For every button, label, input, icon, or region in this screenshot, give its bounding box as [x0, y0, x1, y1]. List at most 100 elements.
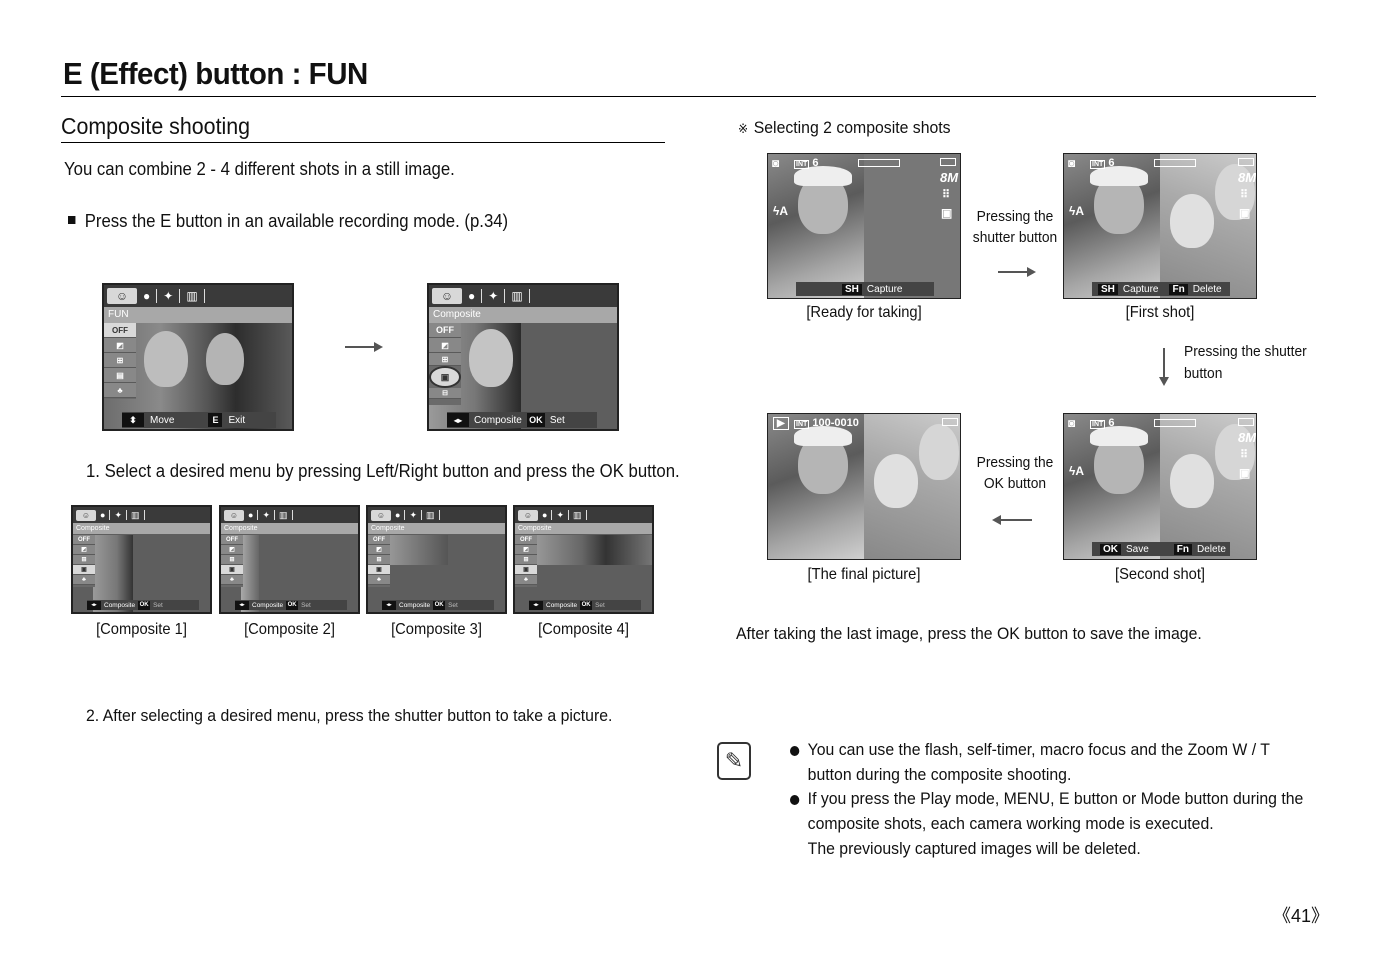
photo-right: [864, 414, 960, 559]
flash-auto-icon: ϟA: [1069, 464, 1085, 478]
composite-selected-icon[interactable]: ▣: [515, 565, 537, 575]
composite-selected-icon[interactable]: ▣: [73, 565, 95, 575]
composite-selected-icon[interactable]: ▣: [221, 565, 243, 575]
option-off[interactable]: OFF: [104, 323, 136, 338]
hat: [794, 166, 852, 186]
lcd-tab-bar: ☺ ● ✦ ▥: [104, 285, 292, 307]
fun-tab-icon: ☺: [224, 509, 244, 521]
footer-label: Composite: [104, 601, 136, 609]
footer-label: Composite: [474, 414, 522, 426]
lcd-tab-bar: ☺ ● ✦ ▥: [515, 507, 652, 523]
composite-thumb: ☺ ● ✦ ▥ Composite OFF ◩ ⊞ ▣ ♣ ◂▸ Composi…: [366, 505, 507, 614]
screen-first-shot: ◙ INT 6 8M ⠿ ▣ ϟA SH Capture Fn Delete: [1063, 153, 1257, 299]
leftright-key-icon: ◂▸: [382, 600, 396, 610]
palette-tab-icon: ●: [542, 510, 548, 520]
ok-key: OK: [1100, 543, 1121, 555]
frame-option-icon[interactable]: ◩: [368, 545, 390, 555]
arrow-left-icon: [992, 515, 1032, 525]
composite-option-icon[interactable]: ⊞: [368, 555, 390, 565]
fun-tab-icon: ☺: [107, 288, 137, 304]
play-mode-icon: ▶: [773, 417, 789, 430]
sh-key: SH: [842, 283, 862, 295]
lcd-footer: ◂▸ Composite OK Set: [447, 412, 597, 428]
count: 6: [1108, 157, 1115, 169]
palette-tab-icon: ●: [248, 510, 254, 520]
note-line: The previously captured images will be d…: [807, 838, 1141, 858]
lcd-footer: ◂▸ Composite OK Set: [382, 600, 494, 610]
quality-icon: ⠿: [1240, 449, 1249, 461]
sticker-option-icon[interactable]: ♣: [104, 383, 136, 398]
e-key: E: [208, 413, 223, 427]
photo-left: [1064, 154, 1160, 298]
quality-icon: ⠿: [1240, 189, 1249, 201]
intro-text: You can combine 2 - 4 different shots in…: [64, 159, 455, 179]
sh-key: SH: [1098, 283, 1118, 295]
note-line: composite shots, each camera working mod…: [807, 814, 1214, 834]
composite-option-icon[interactable]: ⊞: [104, 353, 136, 368]
lcd-footer: ⬍ Move E Exit: [122, 412, 276, 428]
composite-option-icon[interactable]: ⊞: [221, 555, 243, 565]
camera-mode-icon: ◙: [1068, 156, 1076, 170]
option-off[interactable]: OFF: [515, 535, 537, 545]
lcd-fun-menu: ☺ ● ✦ ▥ FUN OFF ◩ ⊞ ▤ ♣ ⬍ Move E Exit: [102, 283, 294, 431]
composite-option-icon[interactable]: ⊞: [73, 555, 95, 565]
image-size: 8M: [1238, 170, 1257, 185]
composite-1-option-icon[interactable]: ⊞: [429, 353, 461, 366]
frame-option-icon[interactable]: ◩: [429, 338, 461, 353]
sharpness-tab-icon: ▥: [572, 509, 582, 520]
frame-option-icon[interactable]: ◩: [73, 545, 95, 555]
option-off[interactable]: OFF: [221, 535, 243, 545]
option-off[interactable]: OFF: [73, 535, 95, 545]
bullet-dot-icon: [790, 746, 800, 756]
screen-footer: SH Capture Fn Delete: [1092, 282, 1230, 296]
ok-key: OK: [433, 600, 446, 610]
metering-icon: ▣: [1239, 466, 1251, 480]
frame-option-icon[interactable]: ◩: [221, 545, 243, 555]
fn-key: Fn: [1169, 283, 1188, 295]
flash-auto-icon: ϟA: [773, 204, 789, 218]
screen-final-picture: ▶ INT 100-0010: [767, 413, 961, 560]
lcd-footer: ◂▸ Composite OK Set: [87, 600, 199, 610]
composite-3-option-icon[interactable]: ⊟: [429, 388, 461, 399]
option-off[interactable]: OFF: [429, 323, 461, 338]
sticker-option-icon[interactable]: ♣: [221, 575, 243, 585]
composite-options: OFF ◩ ⊞ ▣ ♣: [368, 535, 390, 587]
sticker-option-icon[interactable]: ♣: [368, 575, 390, 585]
footer-label: Delete: [1197, 543, 1226, 555]
memory-icon: INT: [794, 420, 810, 429]
sharpness-tab-icon: ▥: [186, 289, 198, 303]
footer-label: Capture: [1122, 283, 1159, 295]
composite-options: OFF ◩ ⊞ ▣ ♣: [73, 535, 95, 587]
fun-options: OFF ◩ ⊞ ▤ ♣: [104, 323, 136, 399]
sticker-option-icon[interactable]: ♣: [73, 575, 95, 585]
battery-icon: [942, 418, 958, 426]
frame-option-icon[interactable]: ◩: [515, 545, 537, 555]
composite-2-option-icon[interactable]: ▣: [429, 366, 461, 388]
battery-icon: [1238, 418, 1254, 426]
leftright-key-icon: ◂▸: [529, 600, 543, 610]
caption-first-shot: [First shot]: [1125, 304, 1195, 321]
composite-selected-icon[interactable]: ▣: [368, 565, 390, 575]
menu-title: FUN: [104, 307, 292, 323]
photo-frame-option-icon[interactable]: ▤: [104, 368, 136, 383]
composite-option-icon[interactable]: ⊞: [515, 555, 537, 565]
caption-second-shot: [Second shot]: [1114, 566, 1206, 583]
caption-ready: [Ready for taking]: [806, 304, 922, 321]
sticker-option-icon[interactable]: ♣: [515, 575, 537, 585]
leftright-key-icon: ◂▸: [235, 600, 249, 610]
annotation-shutter: Pressing the shutter button: [969, 206, 1061, 248]
step-2: 2. After selecting a desired menu, press…: [86, 706, 613, 725]
footer-label: Set: [153, 601, 163, 609]
file-number: INT 100-0010: [794, 417, 859, 429]
step-1: 1. Select a desired menu by pressing Lef…: [86, 461, 680, 481]
section-title: Composite shooting: [61, 113, 251, 139]
square-bullet-icon: [68, 216, 76, 224]
sharpness-tab-icon: ▥: [278, 509, 288, 520]
leftright-key-icon: ◂▸: [447, 413, 469, 427]
palette-tab-icon: ●: [143, 289, 151, 303]
lcd-tab-bar: ☺ ● ✦ ▥: [221, 507, 358, 523]
child-face: [1170, 454, 1214, 508]
footer-label: Exit: [228, 414, 246, 426]
option-off[interactable]: OFF: [368, 535, 390, 545]
frame-option-icon[interactable]: ◩: [104, 338, 136, 353]
